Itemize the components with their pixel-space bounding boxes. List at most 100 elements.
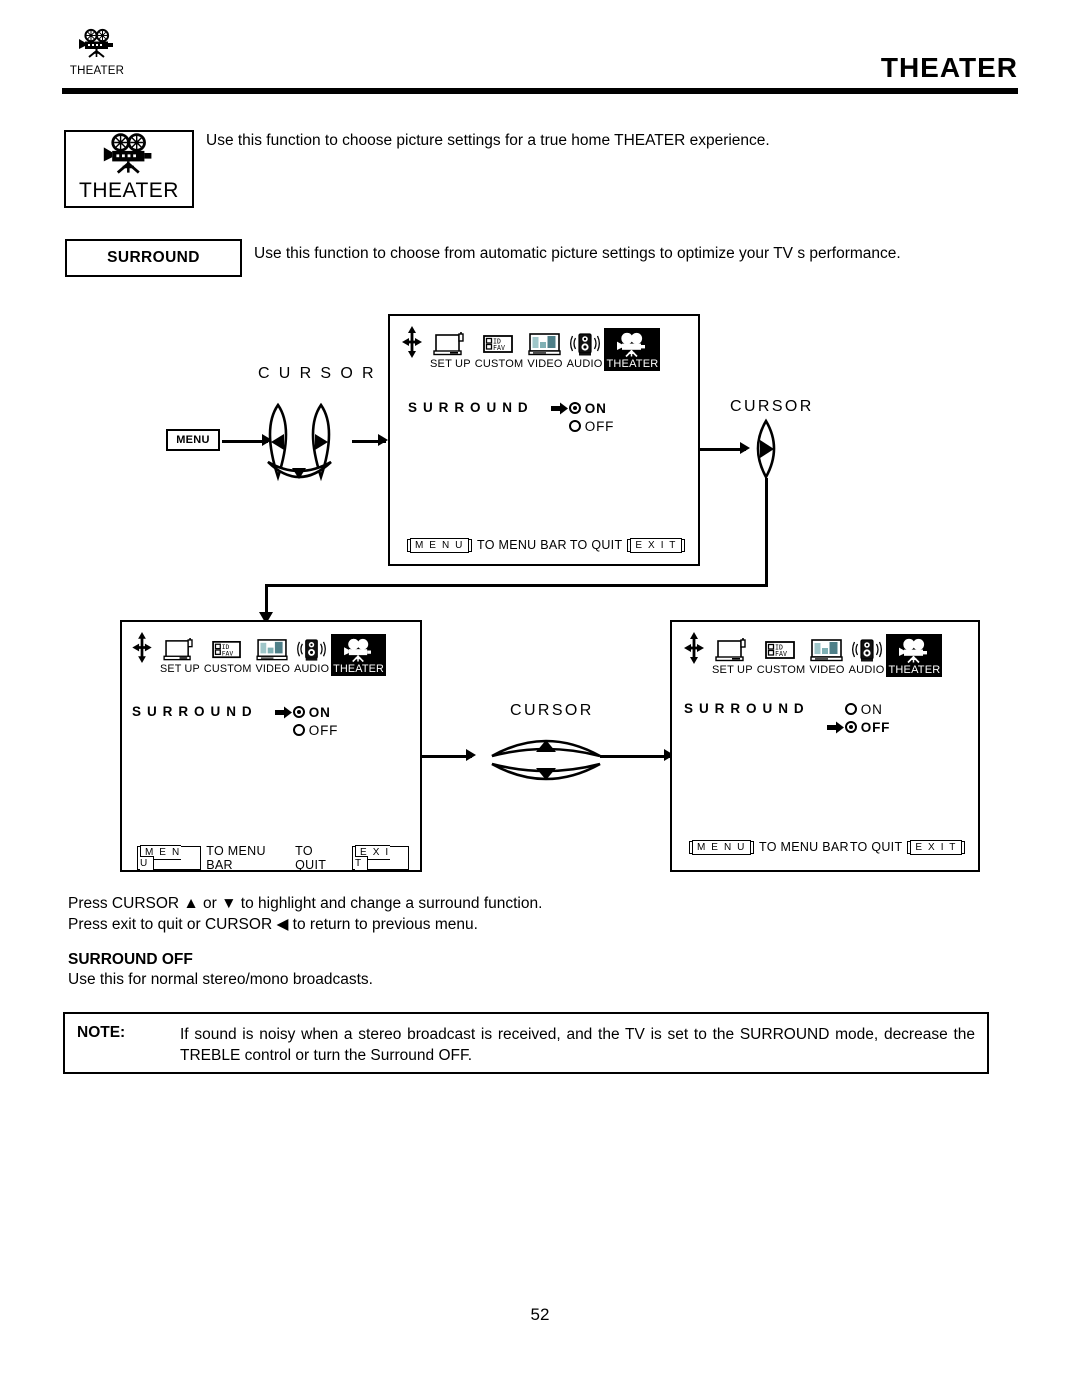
menu-tab-audio[interactable]: AUDIO (847, 634, 887, 677)
speaker-icon (847, 634, 887, 664)
menu-tab-custom[interactable]: ID FAV CUSTOM (202, 634, 254, 676)
surround-option-label: ON (584, 400, 607, 416)
menu-bar-hint: TO MENU BAR (758, 840, 849, 854)
menu-tab-label: THEATER (888, 664, 941, 676)
radio-off-icon[interactable] (292, 724, 305, 736)
surround-option-off[interactable]: OFF (551, 417, 614, 435)
cursor-left-icon: ◀ (276, 916, 289, 933)
radio-on-icon[interactable] (568, 402, 581, 414)
menu-tab-custom[interactable]: ID FAV CUSTOM (755, 634, 808, 677)
menu-tab-theater[interactable]: THEATER (331, 634, 387, 676)
instruction-line-1-a: Press CURSOR (68, 895, 184, 912)
menu-tab-label: CUSTOM (474, 358, 524, 370)
menu-tab-label: AUDIO (294, 663, 330, 675)
cursor-up-icon: ▲ (183, 895, 199, 912)
exit-key-button[interactable]: E X I T (352, 845, 409, 871)
exit-key-button[interactable]: E X I T (627, 537, 685, 553)
exit-key-button[interactable]: E X I T (907, 839, 965, 855)
connector-middle-cursor-to-br (600, 755, 672, 758)
id-fav-icon: ID FAV (202, 634, 254, 663)
movie-camera-icon (62, 28, 132, 63)
surround-off-heading: SURROUND OFF (68, 951, 193, 968)
surround-setting-row[interactable]: S U R R O U N D ON OFF (684, 700, 890, 736)
menu-tab-theater[interactable]: THEATER (604, 328, 661, 371)
osd-menu-bar[interactable]: SET UP ID FAV CUSTOM VIDEO AUDIO THEATER (132, 632, 387, 676)
svg-text:FAV: FAV (493, 344, 505, 352)
surround-row-label: S U R R O U N D (684, 701, 805, 716)
menu-key-label[interactable]: M E N U (692, 839, 751, 855)
instruction-line-1: Press CURSOR ▲ or ▼ to highlight and cha… (68, 895, 542, 913)
cursor-label-right: CURSOR (730, 398, 814, 415)
header-rule (62, 88, 1018, 94)
menu-tab-audio[interactable]: AUDIO (292, 634, 331, 676)
instruction-line-1-b: or (198, 895, 222, 912)
menu-key-label[interactable]: M E N U (410, 537, 469, 553)
exit-key-label[interactable]: E X I T (630, 537, 682, 553)
radio-off-icon[interactable] (568, 420, 581, 432)
instruction-line-2-b: to return to previous menu. (288, 916, 478, 933)
instruction-line-2: Press exit to quit or CURSOR ◀ to return… (68, 915, 478, 934)
osd-menu-bar[interactable]: SET UP ID FAV CUSTOM VIDEO AUDIO THEATER (684, 632, 943, 677)
selection-arrow-icon (550, 402, 568, 415)
selection-arrow-icon (827, 703, 844, 716)
menu-key-button[interactable]: M E N U (137, 845, 202, 871)
tv-video-icon (254, 634, 293, 663)
surround-option-off[interactable]: OFF (275, 721, 338, 739)
surround-row-label: S U R R O U N D (408, 400, 529, 415)
theater-badge-label: THEATER (79, 179, 179, 202)
speaker-icon (292, 634, 331, 663)
radio-on-icon[interactable] (844, 703, 857, 715)
menu-key-label[interactable]: M E N U (140, 845, 181, 871)
menu-tab-set-up[interactable]: SET UP (158, 634, 202, 676)
header-logo-label: THEATER (69, 65, 125, 77)
menu-tab-theater[interactable]: THEATER (886, 634, 943, 677)
menu-tab-set-up[interactable]: SET UP (710, 634, 755, 677)
surround-option-on[interactable]: ON (827, 700, 890, 718)
menu-tab-video[interactable]: VIDEO (254, 634, 293, 676)
surround-setting-row[interactable]: S U R R O U N D ON OFF (132, 703, 338, 739)
menu-tab-custom[interactable]: ID FAV CUSTOM (473, 328, 526, 371)
connector-down-from-right-cursor (765, 478, 768, 586)
four-way-arrow-icon (684, 632, 704, 664)
surround-setting-row[interactable]: S U R R O U N D ON OFF (408, 399, 614, 435)
cursor-key-right[interactable] (746, 418, 788, 485)
menu-button[interactable]: MENU (166, 429, 220, 451)
cursor-pad-up-down[interactable] (488, 730, 604, 797)
exit-key-label[interactable]: E X I T (910, 839, 962, 855)
cursor-pad-left-right[interactable] (258, 400, 358, 497)
osd-footer: M E N U TO MENU BAR TO QUIT E X I T (402, 537, 690, 553)
menu-tab-label: AUDIO (566, 358, 603, 370)
menu-tab-video[interactable]: VIDEO (525, 328, 564, 371)
tv-setup-icon (158, 634, 202, 663)
page-number: 52 (530, 1305, 550, 1324)
connector-horizontal-to-left (265, 584, 768, 587)
menu-tab-label: CUSTOM (203, 663, 252, 675)
menu-key-button[interactable]: M E N U (689, 839, 754, 855)
osd-screen-bottom-right: SET UP ID FAV CUSTOM VIDEO AUDIO THEATER S U R… (670, 620, 980, 872)
connector-bl-to-middle-cursor (421, 755, 472, 758)
intro-text: Use this function to choose picture sett… (206, 132, 770, 149)
cursor-down-icon: ▼ (221, 895, 237, 912)
four-way-arrow-icon (132, 632, 152, 663)
menu-tab-set-up[interactable]: SET UP (428, 328, 473, 371)
osd-menu-bar[interactable]: SET UP ID FAV CUSTOM VIDEO AUDIO THEATER (402, 326, 661, 371)
menu-tab-label: VIDEO (527, 358, 563, 370)
menu-tab-label: SET UP (712, 664, 753, 676)
movie-camera-icon (331, 634, 387, 663)
radio-off-icon[interactable] (844, 721, 857, 733)
exit-key-label[interactable]: E X I T (355, 845, 390, 871)
menu-tab-audio[interactable]: AUDIO (565, 328, 605, 371)
menu-tab-video[interactable]: VIDEO (807, 634, 846, 677)
surround-option-on[interactable]: ON (550, 399, 614, 417)
surround-option-on[interactable]: ON (274, 703, 338, 721)
speaker-icon (565, 328, 605, 358)
movie-camera-icon (604, 328, 661, 358)
radio-on-icon[interactable] (292, 706, 305, 718)
header-logo: THEATER (62, 28, 132, 77)
osd-screen-bottom-left: SET UP ID FAV CUSTOM VIDEO AUDIO THEATER S U R… (120, 620, 422, 872)
surround-option-off[interactable]: OFF (826, 718, 890, 736)
osd-screen-top: SET UP ID FAV CUSTOM VIDEO AUDIO THEATER S U R… (388, 314, 700, 566)
surround-section-label: SURROUND (65, 239, 242, 277)
note-label: NOTE: (77, 1024, 126, 1041)
menu-key-button[interactable]: M E N U (407, 537, 472, 553)
